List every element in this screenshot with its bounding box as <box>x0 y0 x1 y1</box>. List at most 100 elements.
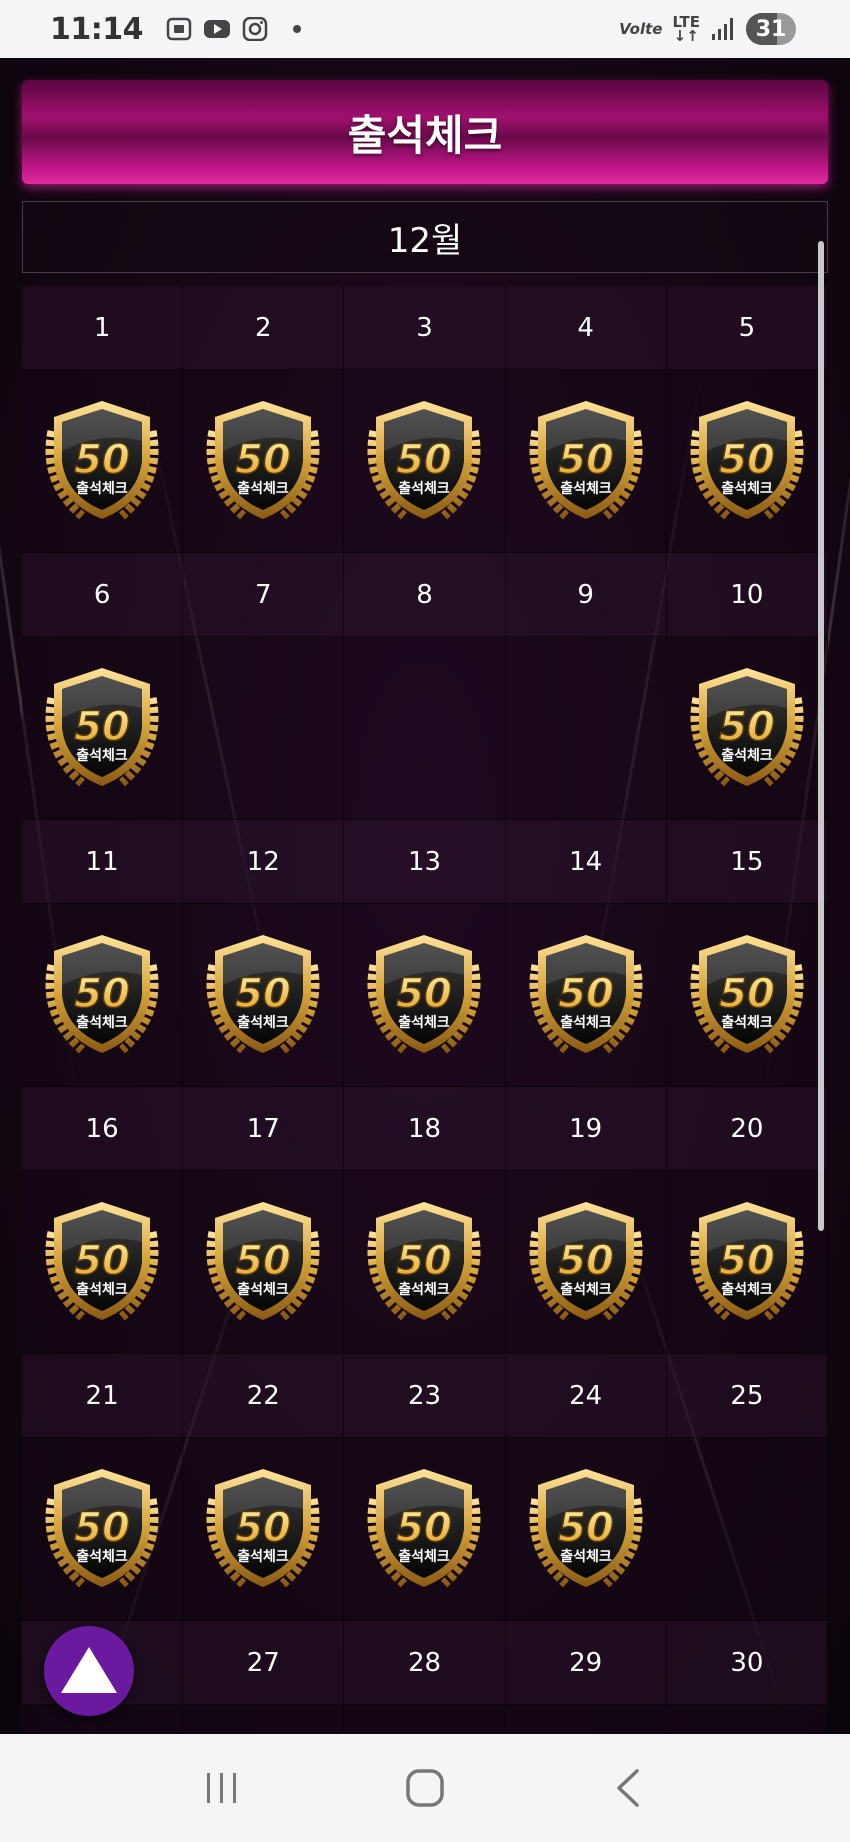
scrollbar[interactable] <box>818 241 824 1231</box>
stamped-day-cell: 50 출석체크 <box>666 370 828 553</box>
attendance-stamp-icon: 50출석체크 <box>367 935 481 1054</box>
stamp-label: 출석체크 <box>238 480 290 497</box>
day-number: 23 <box>407 1380 442 1411</box>
attendance-stamp-icon: 50출석체크 <box>45 1469 159 1588</box>
day-number-cell: 11 <box>22 820 184 904</box>
day-number-cell: 22 <box>183 1354 345 1438</box>
stamped-day-cell: 50 출석체크 <box>183 1438 345 1621</box>
empty-day-cell <box>183 637 345 820</box>
stamp-value: 50 <box>74 971 130 1017</box>
day-number-cell: 21 <box>22 1354 184 1438</box>
day-number-cell: 10 <box>666 553 828 637</box>
stamp-value: 50 <box>719 437 775 483</box>
battery-icon: 31 <box>746 13 796 45</box>
day-number: 16 <box>85 1113 119 1144</box>
empty-day-cell <box>505 637 667 820</box>
stamped-day-cell: 50 출석체크 <box>666 904 828 1087</box>
day-number: 9 <box>577 579 594 610</box>
day-number-cell: 25 <box>666 1354 828 1438</box>
day-number: 27 <box>246 1647 280 1678</box>
day-number-cell: 23 <box>344 1354 506 1438</box>
stamp-label: 출석체크 <box>76 1281 128 1298</box>
stamped-day-cell: 50 출석체크 <box>344 1171 506 1354</box>
empty-day-cell <box>666 1438 828 1621</box>
stamp-value: 50 <box>558 1505 614 1551</box>
stamped-day-cell: 50 출석체크 <box>344 904 506 1087</box>
day-number-cell: 8 <box>344 553 506 637</box>
empty-day-cell <box>505 1705 667 1734</box>
attendance-calendar: 1 2 3 4 5 50 출석체크 50 출석체크 50 출석체크 50 출석체크 50 출석체크 6 7 8 9 1… <box>22 286 828 1734</box>
day-number: 28 <box>407 1647 442 1678</box>
day-number-cell: 20 <box>666 1087 828 1171</box>
attendance-app: 출석체크 12월 1 2 3 4 5 50 출석체크 50 출석체크 50 출석체크 50 출석체크 50… <box>0 58 850 1734</box>
page-title: 출석체크 <box>347 110 503 160</box>
stamp-label: 출석체크 <box>238 1281 290 1298</box>
attendance-stamp-icon: 50출석체크 <box>529 401 643 520</box>
day-number-cell: 7 <box>183 553 345 637</box>
day-number: 30 <box>730 1647 764 1678</box>
stamp-value: 50 <box>719 704 775 750</box>
stamp-label: 출석체크 <box>76 1548 128 1565</box>
home-icon <box>406 1769 444 1807</box>
attendance-stamp-icon: 50출석체크 <box>45 401 159 520</box>
day-number-cell: 13 <box>344 820 506 904</box>
status-bar: 11:14 Volte LTE ↓↑ 31 <box>0 0 850 58</box>
attendance-stamp-icon: 50출석체크 <box>367 1202 481 1321</box>
stamp-value: 50 <box>397 1505 453 1551</box>
signal-icon <box>712 18 733 40</box>
day-number-cell: 18 <box>344 1087 506 1171</box>
day-number: 29 <box>569 1647 603 1678</box>
screenshot-icon <box>166 17 192 41</box>
attendance-stamp-icon: 50출석체크 <box>690 935 804 1054</box>
stamp-value: 50 <box>74 1505 130 1551</box>
stamp-value: 50 <box>558 1238 614 1284</box>
attendance-stamp-icon: 50출석체크 <box>529 1469 643 1588</box>
day-number: 22 <box>246 1380 280 1411</box>
battery-level: 31 <box>755 16 787 42</box>
stamped-day-cell: 50 출석체크 <box>183 370 345 553</box>
scroll-to-top-button[interactable] <box>44 1626 134 1716</box>
recent-apps-icon <box>206 1773 236 1803</box>
stamp-label: 출석체크 <box>721 1014 773 1031</box>
empty-day-cell <box>344 1705 506 1734</box>
stamp-label: 출석체크 <box>721 480 773 497</box>
day-number: 15 <box>730 846 764 877</box>
day-number: 5 <box>738 312 756 343</box>
day-number-cell: 5 <box>666 286 828 370</box>
stamp-value: 50 <box>235 971 291 1017</box>
stamp-label: 출석체크 <box>560 480 612 497</box>
attendance-stamp-icon: 50출석체크 <box>45 1202 159 1321</box>
home-button[interactable] <box>395 1758 455 1818</box>
stamp-value: 50 <box>74 704 130 750</box>
day-number: 21 <box>85 1380 119 1411</box>
attendance-stamp-icon: 50출석체크 <box>690 668 804 787</box>
stamp-label: 출석체크 <box>399 480 451 497</box>
stamp-label: 출석체크 <box>399 1014 451 1031</box>
attendance-stamp-icon: 50출석체크 <box>690 401 804 520</box>
header-bar: 출석체크 <box>22 80 828 184</box>
day-number: 2 <box>255 312 272 343</box>
day-number-cell: 3 <box>344 286 506 370</box>
day-number-cell: 12 <box>183 820 345 904</box>
recent-apps-button[interactable] <box>192 1758 252 1818</box>
status-right-icons: Volte LTE ↓↑ 31 <box>619 0 796 58</box>
day-number-cell: 4 <box>505 286 667 370</box>
stamp-label: 출석체크 <box>560 1014 612 1031</box>
back-button[interactable] <box>598 1758 658 1818</box>
youtube-icon <box>204 20 230 38</box>
attendance-stamp-icon: 50출석체크 <box>529 935 643 1054</box>
month-label: 12월 <box>387 220 463 261</box>
stamped-day-cell: 50 출석체크 <box>183 904 345 1087</box>
stamped-day-cell: 50 출석체크 <box>666 637 828 820</box>
attendance-stamp-icon: 50출석체크 <box>45 668 159 787</box>
day-number: 14 <box>569 846 603 877</box>
stamped-day-cell: 50 출석체크 <box>22 1438 184 1621</box>
stamped-day-cell: 50 출석체크 <box>344 1438 506 1621</box>
attendance-stamp-icon: 50출석체크 <box>367 1469 481 1588</box>
stamped-day-cell: 50 출석체크 <box>505 1171 667 1354</box>
day-number-cell: 16 <box>22 1087 184 1171</box>
day-number: 7 <box>255 579 272 610</box>
stamped-day-cell: 50 출석체크 <box>22 370 184 553</box>
stamp-label: 출석체크 <box>721 747 773 764</box>
notification-icons <box>165 17 301 41</box>
